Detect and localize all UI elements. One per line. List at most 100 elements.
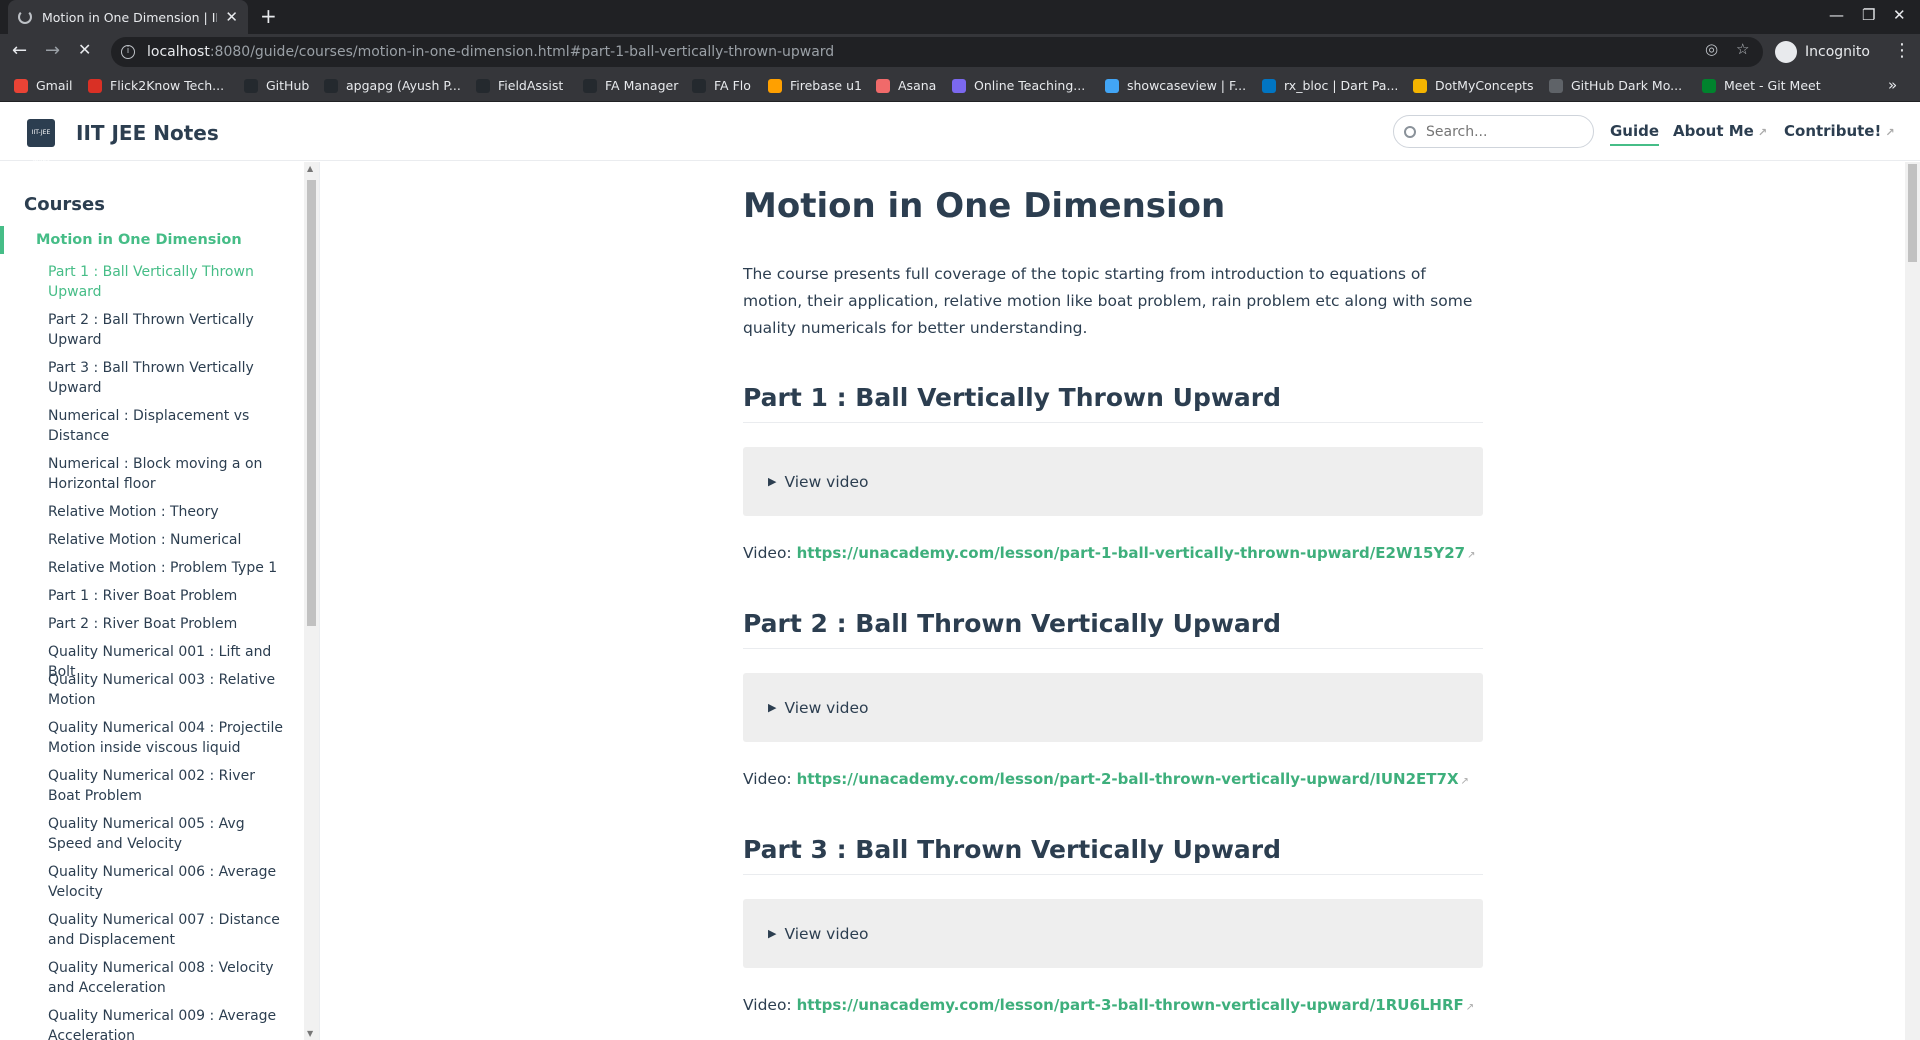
site-header: IIT-JEE Notes IIT JEE Notes Guide About … [0,103,1920,164]
bookmark-item[interactable]: rx_bloc | Dart Pa... [1262,78,1398,93]
search-box[interactable] [1393,115,1594,148]
sidebar-item[interactable]: Part 2 : River Boat Problem [48,614,288,634]
sidebar-item[interactable]: Part 1 : River Boat Problem [48,586,288,606]
sidebar-item[interactable]: Relative Motion : Theory [48,502,288,522]
tracking-blocked-icon[interactable]: ◎ [1705,40,1718,58]
sidebar-item[interactable]: Quality Numerical 009 : Average Accelera… [48,1006,288,1040]
url-host: localhost [147,44,210,60]
bookmark-item[interactable]: Online Teaching... [952,78,1085,93]
bookmark-item[interactable]: GitHub [244,78,309,93]
sidebar-scrollbar[interactable]: ▲ ▼ [304,162,319,1040]
sidebar-item[interactable]: Numerical : Displacement vs Distance [48,406,288,446]
back-icon[interactable]: ← [12,40,27,61]
stop-icon[interactable]: ✕ [78,40,91,59]
new-tab-icon[interactable]: + [260,4,277,28]
bookmark-label: FA Manager [605,78,679,93]
view-video-toggle[interactable]: ▶ View video [743,673,1483,742]
site-title[interactable]: IIT JEE Notes [76,121,219,145]
disclosure-triangle-icon: ▶ [768,927,777,940]
restore-icon[interactable]: ❐ [1862,6,1875,24]
site-info-icon[interactable]: i [121,45,135,59]
bookmark-item[interactable]: Gmail [14,78,72,93]
video-line: Video: https://unacademy.com/lesson/part… [743,996,1474,1014]
bookmark-label: GitHub Dark Mo... [1571,78,1683,93]
bookmark-favicon-icon [324,78,338,93]
bookmarks-overflow-icon[interactable]: » [1888,76,1897,94]
nav-about-me[interactable]: About Me ↗ [1673,122,1767,140]
sidebar-item[interactable]: Quality Numerical 003 : Relative Motion [48,670,288,710]
page-scroll-thumb[interactable] [1908,164,1917,262]
sidebar-item[interactable]: Part 1 : Ball Vertically Thrown Upward [48,262,288,302]
bookmark-item[interactable]: FieldAssist [476,78,563,93]
sidebar-item[interactable]: Quality Numerical 004 : Projectile Motio… [48,718,288,758]
section-heading[interactable]: Part 1 : Ball Vertically Thrown Upward [743,383,1483,423]
site-logo[interactable]: IIT-JEE Notes [27,119,55,164]
view-video-label: View video [784,472,869,491]
nav-contribute[interactable]: Contribute! ↗ [1784,122,1895,140]
search-icon [1404,125,1416,138]
minimize-icon[interactable]: — [1829,6,1844,24]
bookmark-favicon-icon [692,78,706,93]
sidebar-scroll-thumb[interactable] [307,180,316,626]
section-heading[interactable]: Part 3 : Ball Thrown Vertically Upward [743,835,1483,875]
sidebar-item[interactable]: Quality Numerical 008 : Velocity and Acc… [48,958,288,998]
nav-guide[interactable]: Guide [1610,122,1660,146]
external-link-icon: ↗ [1885,126,1895,139]
bookmark-favicon-icon [244,78,258,93]
browser-toolbar: ← → ✕ i localhost:8080/guide/courses/mot… [0,34,1920,70]
video-link[interactable]: https://unacademy.com/lesson/part-2-ball… [797,770,1459,788]
sidebar-item[interactable]: Quality Numerical 002 : River Boat Probl… [48,766,288,806]
view-video-toggle[interactable]: ▶ View video [743,447,1483,516]
browser-tab[interactable]: Motion in One Dimension | IIT ✕ [8,0,248,34]
nav-about-me-label: About Me [1673,122,1754,140]
sidebar-item[interactable]: Quality Numerical 006 : Average Velocity [48,862,288,902]
bookmark-label: GitHub [266,78,310,93]
bookmark-label: Flick2Know Tech... [110,78,225,93]
sidebar-item[interactable]: Quality Numerical 007 : Distance and Dis… [48,910,288,950]
bookmark-favicon-icon [876,78,890,93]
address-bar[interactable]: i localhost:8080/guide/courses/motion-in… [111,37,1763,67]
sidebar-item[interactable]: Relative Motion : Problem Type 1 [48,558,288,578]
bookmark-favicon-icon [1549,78,1563,93]
window-close-icon[interactable]: ✕ [1893,6,1906,24]
video-link[interactable]: https://unacademy.com/lesson/part-1-ball… [797,544,1466,562]
page-scrollbar[interactable] [1905,162,1920,1040]
bookmark-item[interactable]: Flick2Know Tech... [88,78,224,93]
profile-label: Incognito [1805,44,1870,60]
view-video-toggle[interactable]: ▶ View video [743,899,1483,968]
bookmark-favicon-icon [14,78,28,93]
bookmark-item[interactable]: Firebase u1 [768,78,862,93]
scroll-down-icon[interactable]: ▼ [307,1029,313,1038]
bookmark-favicon-icon [583,78,597,93]
sidebar: Courses Motion in One Dimension Part 1 :… [0,162,320,1040]
bookmark-favicon-icon [1262,78,1276,93]
search-input[interactable] [1426,123,1576,140]
bookmark-item[interactable]: FA Flo [692,78,751,93]
incognito-icon [1775,41,1797,63]
bookmark-item[interactable]: FA Manager [583,78,678,93]
bookmark-item[interactable]: Meet - Git Meet [1702,78,1821,93]
section-heading[interactable]: Part 2 : Ball Thrown Vertically Upward [743,609,1483,649]
bookmark-item[interactable]: Asana [876,78,936,93]
bookmark-item[interactable]: GitHub Dark Mo... [1549,78,1682,93]
sidebar-item[interactable]: Quality Numerical 005 : Avg Speed and Ve… [48,814,288,854]
sidebar-active-indicator [0,226,4,254]
browser-menu-icon[interactable]: ⋮ [1893,40,1911,61]
bookmark-star-icon[interactable]: ☆ [1736,40,1749,58]
sidebar-item[interactable]: Relative Motion : Numerical [48,530,288,550]
bookmark-favicon-icon [1105,78,1119,93]
sidebar-item[interactable]: Numerical : Block moving a on Horizontal… [48,454,288,494]
url-path: :8080/guide/courses/motion-in-one-dimens… [209,44,835,60]
scroll-up-icon[interactable]: ▲ [307,164,313,173]
bookmark-label: FieldAssist [498,78,564,93]
forward-icon[interactable]: → [45,40,60,61]
sidebar-course-link[interactable]: Motion in One Dimension [36,232,242,248]
incognito-profile[interactable]: Incognito [1775,38,1870,66]
bookmark-item[interactable]: showcaseview | F... [1105,78,1246,93]
sidebar-item[interactable]: Part 2 : Ball Thrown Vertically Upward [48,310,288,350]
bookmark-item[interactable]: DotMyConcepts [1413,78,1534,93]
tab-close-icon[interactable]: ✕ [225,8,238,26]
sidebar-item[interactable]: Part 3 : Ball Thrown Vertically Upward [48,358,288,398]
video-link[interactable]: https://unacademy.com/lesson/part-3-ball… [797,996,1464,1014]
bookmark-item[interactable]: apgapg (Ayush P... [324,78,461,93]
